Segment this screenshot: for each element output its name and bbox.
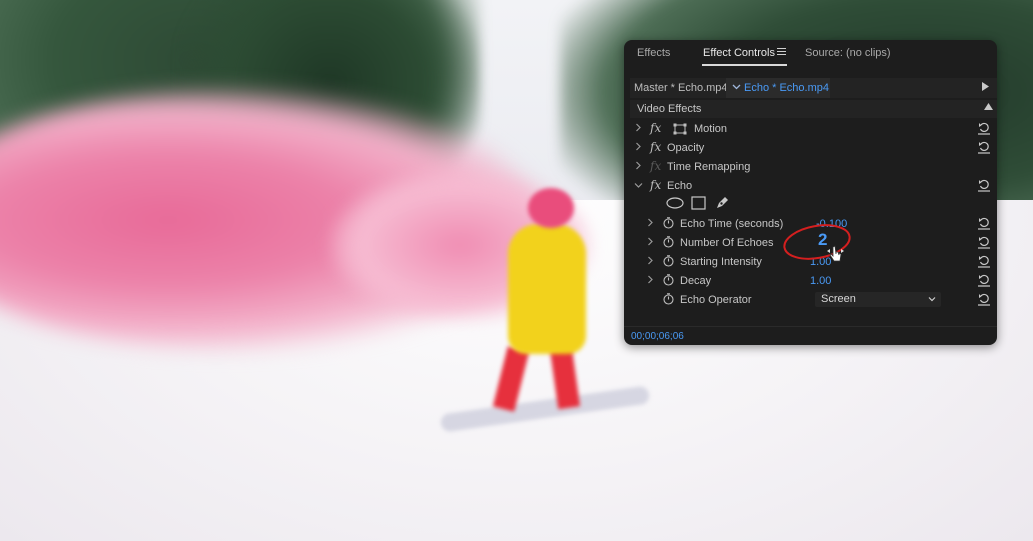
snowboarder-leg-right [549, 346, 581, 410]
fx-icon[interactable]: fx [650, 121, 661, 135]
effect-row-opacity[interactable]: fx Opacity [630, 139, 997, 158]
snowboarder [490, 180, 610, 420]
expand-chevron-icon[interactable] [647, 275, 654, 287]
decay-label: Decay [680, 275, 712, 287]
opacity-label: Opacity [667, 142, 705, 154]
motion-label: Motion [694, 123, 728, 135]
reset-icon[interactable] [978, 178, 990, 192]
snowboarder-helmet [528, 188, 574, 228]
expand-chevron-icon[interactable] [635, 123, 642, 135]
echo-operator-value: Screen [821, 293, 856, 305]
echo-operator-label: Echo Operator [680, 294, 752, 306]
stopwatch-icon[interactable] [663, 293, 674, 305]
echo-label: Echo [667, 180, 693, 192]
reset-icon[interactable] [978, 216, 990, 230]
transform-box-icon[interactable] [672, 123, 688, 138]
playhead-timecode[interactable]: 00;00;06;06 [631, 331, 684, 342]
expand-chevron-icon[interactable] [635, 161, 642, 173]
number-of-echoes-label: Number Of Echoes [680, 237, 774, 249]
chevron-down-icon [927, 294, 937, 304]
effect-row-time-remapping[interactable]: fx Time Remapping [630, 158, 997, 177]
snowboarder-leg-left [492, 346, 530, 412]
reset-icon[interactable] [978, 121, 990, 135]
collapse-chevron-icon[interactable] [634, 181, 643, 192]
active-clip-label: Echo * Echo.mp4 [744, 82, 829, 94]
effect-row-motion[interactable]: fx Motion [630, 120, 997, 139]
fx-icon: fx [650, 159, 662, 173]
video-effects-header[interactable]: Video Effects [630, 100, 997, 118]
panel-tabs: Effects Effect Controls Source: (no clip… [624, 40, 997, 70]
time-remapping-label: Time Remapping [667, 161, 751, 173]
expand-chevron-icon[interactable] [647, 237, 654, 249]
reset-icon[interactable] [978, 273, 990, 287]
master-clip-label[interactable]: Master * Echo.mp4 [634, 82, 728, 94]
stopwatch-icon[interactable] [663, 274, 674, 286]
stopwatch-icon[interactable] [663, 217, 674, 229]
tab-effects[interactable]: Effects [637, 47, 670, 59]
reset-icon[interactable] [978, 292, 990, 306]
active-clip-selector[interactable]: Echo * Echo.mp4 [726, 78, 830, 98]
echo-operator-dropdown[interactable]: Screen [815, 292, 941, 307]
ellipse-mask-icon[interactable] [666, 197, 684, 212]
tab-effect-controls[interactable]: Effect Controls [703, 47, 775, 59]
video-effects-title: Video Effects [637, 103, 702, 115]
fx-icon[interactable]: fx [650, 178, 661, 192]
chevron-down-icon [732, 82, 741, 94]
echo-time-label: Echo Time (seconds) [680, 218, 784, 230]
expand-chevron-icon[interactable] [647, 218, 654, 230]
expand-chevron-icon[interactable] [635, 142, 642, 154]
mask-tools-row [630, 194, 997, 214]
reset-icon[interactable] [978, 140, 990, 154]
fx-icon[interactable]: fx [650, 140, 661, 154]
panel-menu-icon[interactable] [777, 48, 786, 57]
decay-value[interactable]: 1.00 [810, 275, 831, 287]
snowboarder-jacket [508, 224, 586, 354]
reset-icon[interactable] [978, 254, 990, 268]
param-row-decay[interactable]: Decay 1.00 [630, 272, 997, 291]
scrub-hand-cursor-icon [827, 245, 845, 265]
effect-controls-panel: Effects Effect Controls Source: (no clip… [624, 40, 997, 345]
play-only-arrow-icon[interactable] [982, 82, 989, 93]
tab-source[interactable]: Source: (no clips) [805, 47, 891, 59]
param-row-echo-operator[interactable]: Echo Operator Screen [630, 291, 997, 310]
collapse-up-icon[interactable] [984, 102, 993, 112]
stopwatch-icon[interactable] [663, 236, 674, 248]
reset-icon[interactable] [978, 235, 990, 249]
clip-selector-row: Master * Echo.mp4 Echo * Echo.mp4 [630, 78, 997, 98]
rectangle-mask-icon[interactable] [691, 196, 706, 213]
starting-intensity-label: Starting Intensity [680, 256, 762, 268]
pen-mask-icon[interactable] [715, 195, 730, 213]
footer-separator [624, 326, 997, 327]
active-tab-underline [702, 64, 787, 66]
expand-chevron-icon[interactable] [647, 256, 654, 268]
stopwatch-icon[interactable] [663, 255, 674, 267]
